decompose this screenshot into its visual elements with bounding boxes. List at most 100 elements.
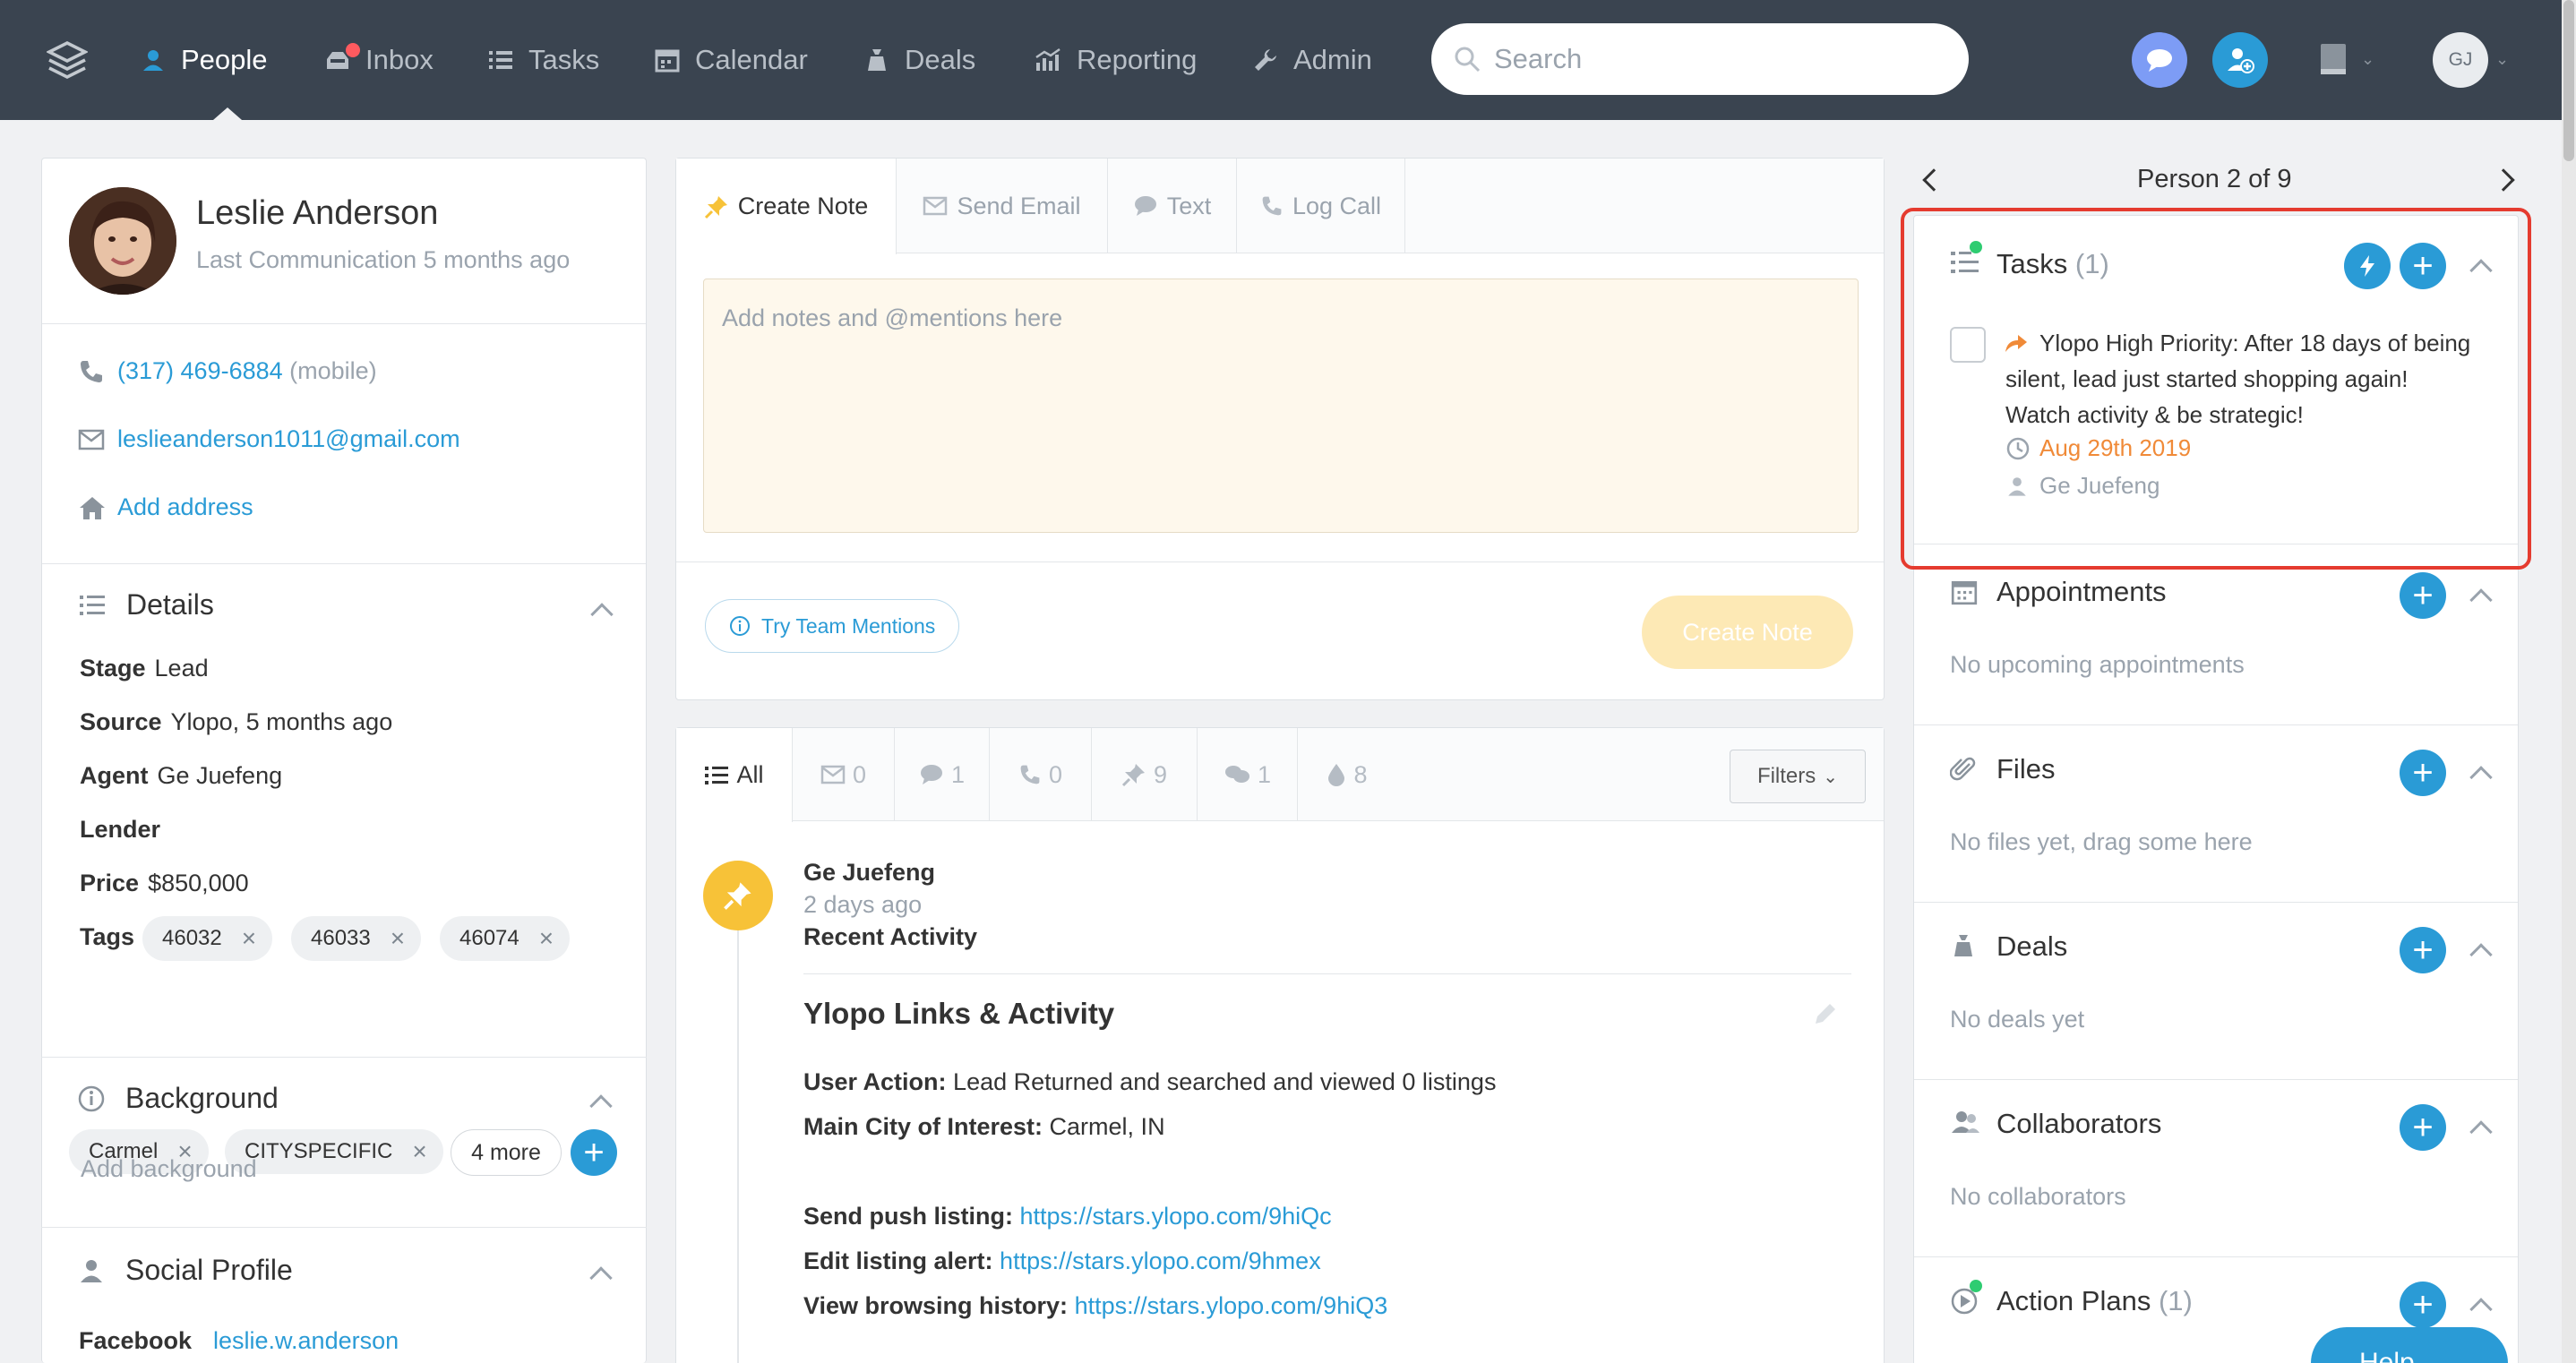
add-tag-button[interactable]: + (571, 1129, 617, 1176)
agent-row[interactable]: Agent Ge Juefeng (80, 762, 282, 790)
filter-drips[interactable]: 8 (1298, 728, 1396, 821)
lender-row[interactable]: Lender (80, 816, 169, 844)
app-logo-icon[interactable] (47, 39, 88, 81)
remove-tag-icon[interactable]: × (412, 1137, 426, 1166)
filter-calls[interactable]: 0 (990, 728, 1092, 821)
chevron-down-icon[interactable]: ⌄ (2495, 50, 2509, 69)
collapse-chevron-icon[interactable] (590, 603, 614, 626)
chat-button[interactable] (2132, 32, 2187, 88)
collapse-chevron-icon[interactable] (2469, 588, 2493, 612)
social-profile-section-header[interactable]: Social Profile (77, 1254, 293, 1287)
try-team-mentions-button[interactable]: Try Team Mentions (705, 599, 960, 653)
nav-item-calendar[interactable]: Calendar (654, 38, 808, 82)
filter-texts[interactable]: 1 (895, 728, 990, 821)
add-appointment-button[interactable]: + (2400, 572, 2446, 619)
collapse-chevron-icon[interactable] (2469, 943, 2493, 966)
global-search[interactable] (1431, 23, 1969, 95)
previous-person-icon[interactable] (1922, 168, 1945, 192)
collaborators-section-title[interactable]: Collaborators (1996, 1108, 2161, 1140)
remove-tag-icon[interactable]: × (242, 924, 256, 953)
page-scrollbar[interactable] (2562, 0, 2576, 1363)
listing-alert-line: Edit listing alert: https://stars.ylopo.… (803, 1247, 1321, 1275)
nav-item-admin[interactable]: Admin (1252, 38, 1372, 82)
filter-count: 1 (950, 760, 966, 788)
filter-count: 9 (1153, 760, 1168, 788)
tab-log-call[interactable]: Log Call (1237, 159, 1405, 253)
chat-bubbles-icon (1224, 766, 1249, 783)
phone-number-link[interactable]: (317) 469-6884 (117, 357, 283, 385)
field-label: Price (80, 870, 140, 896)
listing-alert-link[interactable]: https://stars.ylopo.com/9hmex (1000, 1247, 1321, 1274)
appointments-section-title[interactable]: Appointments (1996, 576, 2167, 608)
action-plans-count: (1) (2158, 1285, 2193, 1316)
tag[interactable]: 46074 × (440, 916, 571, 961)
user-avatar[interactable]: GJ (2433, 32, 2488, 88)
more-tags-button[interactable]: 4 more (451, 1129, 562, 1176)
email-row: leslieanderson1011@gmail.com (78, 425, 460, 453)
collapse-chevron-icon[interactable] (2469, 766, 2493, 789)
price-row[interactable]: Price $850,000 (80, 870, 249, 897)
search-input[interactable] (1494, 43, 1924, 75)
nav-item-tasks[interactable]: Tasks (487, 38, 599, 82)
add-address-link[interactable]: Add address (117, 493, 253, 521)
activity-author[interactable]: Ge Juefeng (803, 859, 935, 887)
source-row[interactable]: Source Ylopo, 5 months ago (80, 708, 392, 736)
nav-label: Reporting (1077, 44, 1198, 75)
nav-item-deals[interactable]: Deals (863, 38, 975, 82)
push-listing-link[interactable]: https://stars.ylopo.com/9hiQc (1020, 1203, 1332, 1230)
help-button[interactable]: Help (2311, 1327, 2508, 1363)
nav-item-reporting[interactable]: Reporting (1034, 38, 1197, 82)
divider (42, 323, 646, 324)
filter-notes[interactable]: 9 (1092, 728, 1198, 821)
envelope-icon (923, 196, 948, 216)
nav-item-inbox[interactable]: Inbox (324, 38, 434, 82)
collapse-chevron-icon[interactable] (2469, 1298, 2493, 1321)
email-link[interactable]: leslieanderson1011@gmail.com (117, 425, 460, 453)
files-section-title[interactable]: Files (1996, 753, 2055, 785)
next-person-icon[interactable] (2492, 168, 2515, 192)
filter-chats[interactable]: 1 (1198, 728, 1298, 821)
facebook-link[interactable]: leslie.w.anderson (213, 1327, 399, 1355)
remove-tag-icon[interactable]: × (391, 924, 405, 953)
unread-dot (346, 43, 360, 57)
divider (1914, 724, 2518, 725)
add-collaborator-button[interactable]: + (2400, 1104, 2446, 1151)
book-icon[interactable] (2318, 41, 2350, 77)
remove-tag-icon[interactable]: × (539, 924, 554, 953)
add-action-plan-button[interactable]: + (2400, 1282, 2446, 1328)
note-textarea[interactable]: Add notes and @mentions here (703, 279, 1859, 533)
chevron-down-icon[interactable]: ⌄ (2361, 50, 2374, 69)
appointments-empty-state: No upcoming appointments (1950, 651, 2245, 678)
info-icon (78, 1085, 105, 1111)
action-plans-section-title[interactable]: Action Plans (1) (1996, 1285, 2193, 1317)
avatar[interactable] (69, 187, 176, 295)
stage-row[interactable]: Stage Lead (80, 655, 209, 682)
background-section-header[interactable]: Background (77, 1082, 279, 1115)
add-background-placeholder[interactable]: Add background (81, 1155, 257, 1183)
edit-pencil-icon[interactable] (1812, 1000, 1839, 1027)
scrollbar-thumb[interactable] (2563, 0, 2574, 161)
browsing-history-link[interactable]: https://stars.ylopo.com/9hiQ3 (1075, 1292, 1388, 1319)
browsing-history-line: View browsing history: https://stars.ylo… (803, 1292, 1387, 1320)
details-section-header[interactable]: Details (78, 588, 214, 621)
deals-section-title[interactable]: Deals (1996, 930, 2067, 963)
filters-dropdown[interactable]: Filters ⌄ (1730, 750, 1866, 803)
create-note-button[interactable]: Create Note (1642, 596, 1853, 669)
tab-create-note[interactable]: Create Note (676, 159, 897, 254)
activity-filter-tabs: All 0 1 0 9 1 8 Filters ⌄ (676, 728, 1884, 822)
add-person-button[interactable] (2212, 32, 2268, 88)
divider (1914, 1079, 2518, 1080)
tag[interactable]: 46032 × (142, 916, 273, 961)
filter-all[interactable]: All (676, 728, 793, 822)
tab-text[interactable]: Text (1108, 159, 1237, 253)
phone-icon (1020, 765, 1040, 784)
add-file-button[interactable]: + (2400, 750, 2446, 796)
nav-item-people[interactable]: People (140, 38, 268, 82)
tab-send-email[interactable]: Send Email (897, 159, 1108, 253)
collapse-chevron-icon[interactable] (2469, 1120, 2493, 1144)
filter-emails[interactable]: 0 (793, 728, 895, 821)
tag[interactable]: CITYSPECIFIC × (225, 1129, 443, 1174)
tag[interactable]: 46033 × (291, 916, 422, 961)
add-deal-button[interactable]: + (2400, 927, 2446, 973)
deals-empty-state: No deals yet (1950, 1006, 2085, 1033)
